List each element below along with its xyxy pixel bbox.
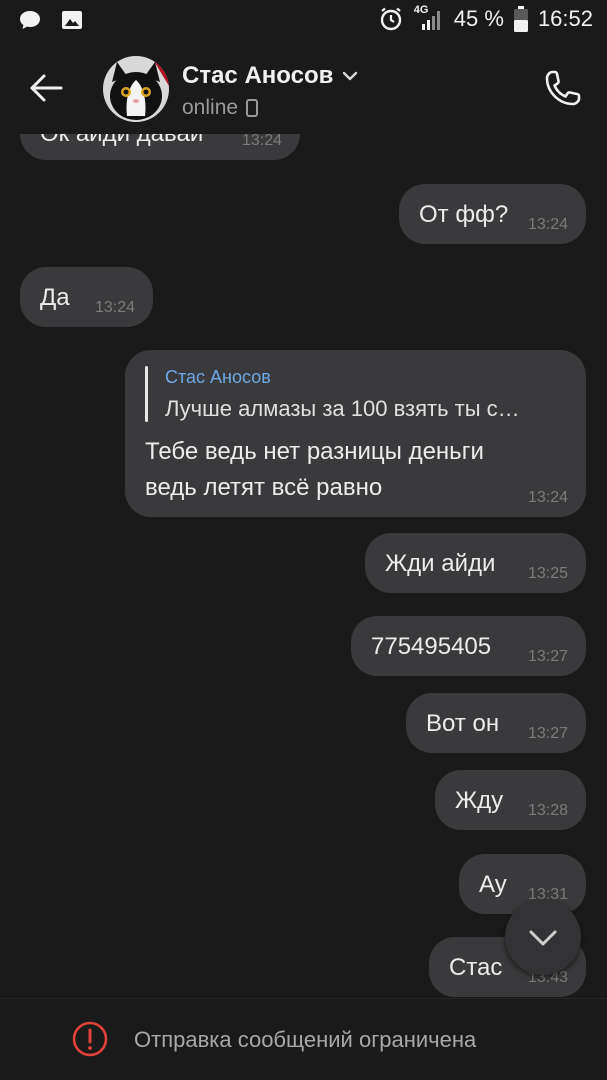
message-text: Жду (455, 787, 504, 814)
message-list[interactable]: Ок айди давай 13:24 От фф? 13:24 Да 13:2… (0, 0, 607, 998)
battery-icon (513, 6, 528, 32)
contact-status: online (182, 96, 239, 119)
notice-text: Отправка сообщений ограничена (134, 1027, 477, 1052)
reply-quote-bar (145, 366, 148, 422)
message-bubble-outgoing[interactable]: 775495405 13:27 (351, 616, 586, 676)
signal-icon: 4G (414, 4, 444, 32)
message-time: 13:24 (527, 489, 568, 506)
message-time: 13:24 (241, 132, 282, 149)
status-bar: 4G 45 % 16:52 (0, 0, 607, 42)
alarm-icon (380, 7, 401, 31)
message-line: ведь летят всё равно (145, 474, 383, 501)
message-line: Тебе ведь нет разницы деньги (145, 438, 484, 465)
battery-percent: 45 % (453, 6, 504, 31)
message-text: Жди айди (385, 550, 496, 577)
contact-name-row[interactable]: Стас Аносов (182, 62, 359, 90)
phone-icon[interactable] (543, 68, 583, 108)
reply-author[interactable]: Стас Аносов (165, 367, 271, 388)
message-bubble-outgoing[interactable]: Жду 13:28 (435, 770, 586, 830)
contact-name[interactable]: Стас Аносов (182, 62, 333, 90)
message-time: 13:27 (527, 725, 568, 742)
message-time: 13:24 (527, 216, 568, 233)
mobile-device-icon (246, 99, 259, 117)
message-text: Да (40, 284, 70, 311)
chevron-down-icon (529, 930, 557, 946)
message-text: Стас (449, 954, 503, 981)
message-text: Ау (479, 871, 507, 898)
message-bubble-outgoing[interactable]: Вот он 13:27 (406, 693, 586, 753)
restricted-messaging-notice: Отправка сообщений ограничена (0, 998, 607, 1080)
message-bubble-outgoing[interactable]: Жди айди 13:25 (365, 533, 586, 593)
message-time: 13:27 (527, 648, 568, 665)
message-text: От фф? (419, 201, 509, 228)
message-time: 13:25 (527, 565, 568, 582)
message-text: Тебе ведь нет разницы деньги ведь летят … (145, 434, 484, 506)
message-time: 13:28 (527, 802, 568, 819)
chevron-down-icon[interactable] (341, 70, 359, 82)
gallery-icon (62, 11, 82, 29)
back-arrow-icon[interactable] (28, 72, 64, 104)
contact-status-row: online (182, 96, 259, 120)
scroll-to-bottom-button[interactable] (505, 899, 581, 975)
clock: 16:52 (537, 6, 593, 31)
chat-notification-icon (20, 11, 40, 29)
avatar[interactable] (103, 56, 169, 122)
warning-icon (72, 1021, 108, 1057)
message-bubble-outgoing[interactable]: От фф? 13:24 (399, 184, 586, 244)
chat-header: Стас Аносов online (0, 42, 607, 134)
chat-screen: Ок айди давай 13:24 От фф? 13:24 Да 13:2… (0, 0, 607, 1080)
message-text: 775495405 (371, 633, 492, 660)
message-time: 13:24 (94, 299, 135, 316)
reply-snippet[interactable]: Лучше алмазы за 100 взять ты с… (165, 396, 520, 422)
message-bubble-incoming[interactable]: Да 13:24 (20, 267, 153, 327)
message-bubble-outgoing-reply[interactable]: Стас Аносов Лучше алмазы за 100 взять ты… (125, 350, 586, 517)
message-text: Вот он (426, 710, 500, 737)
